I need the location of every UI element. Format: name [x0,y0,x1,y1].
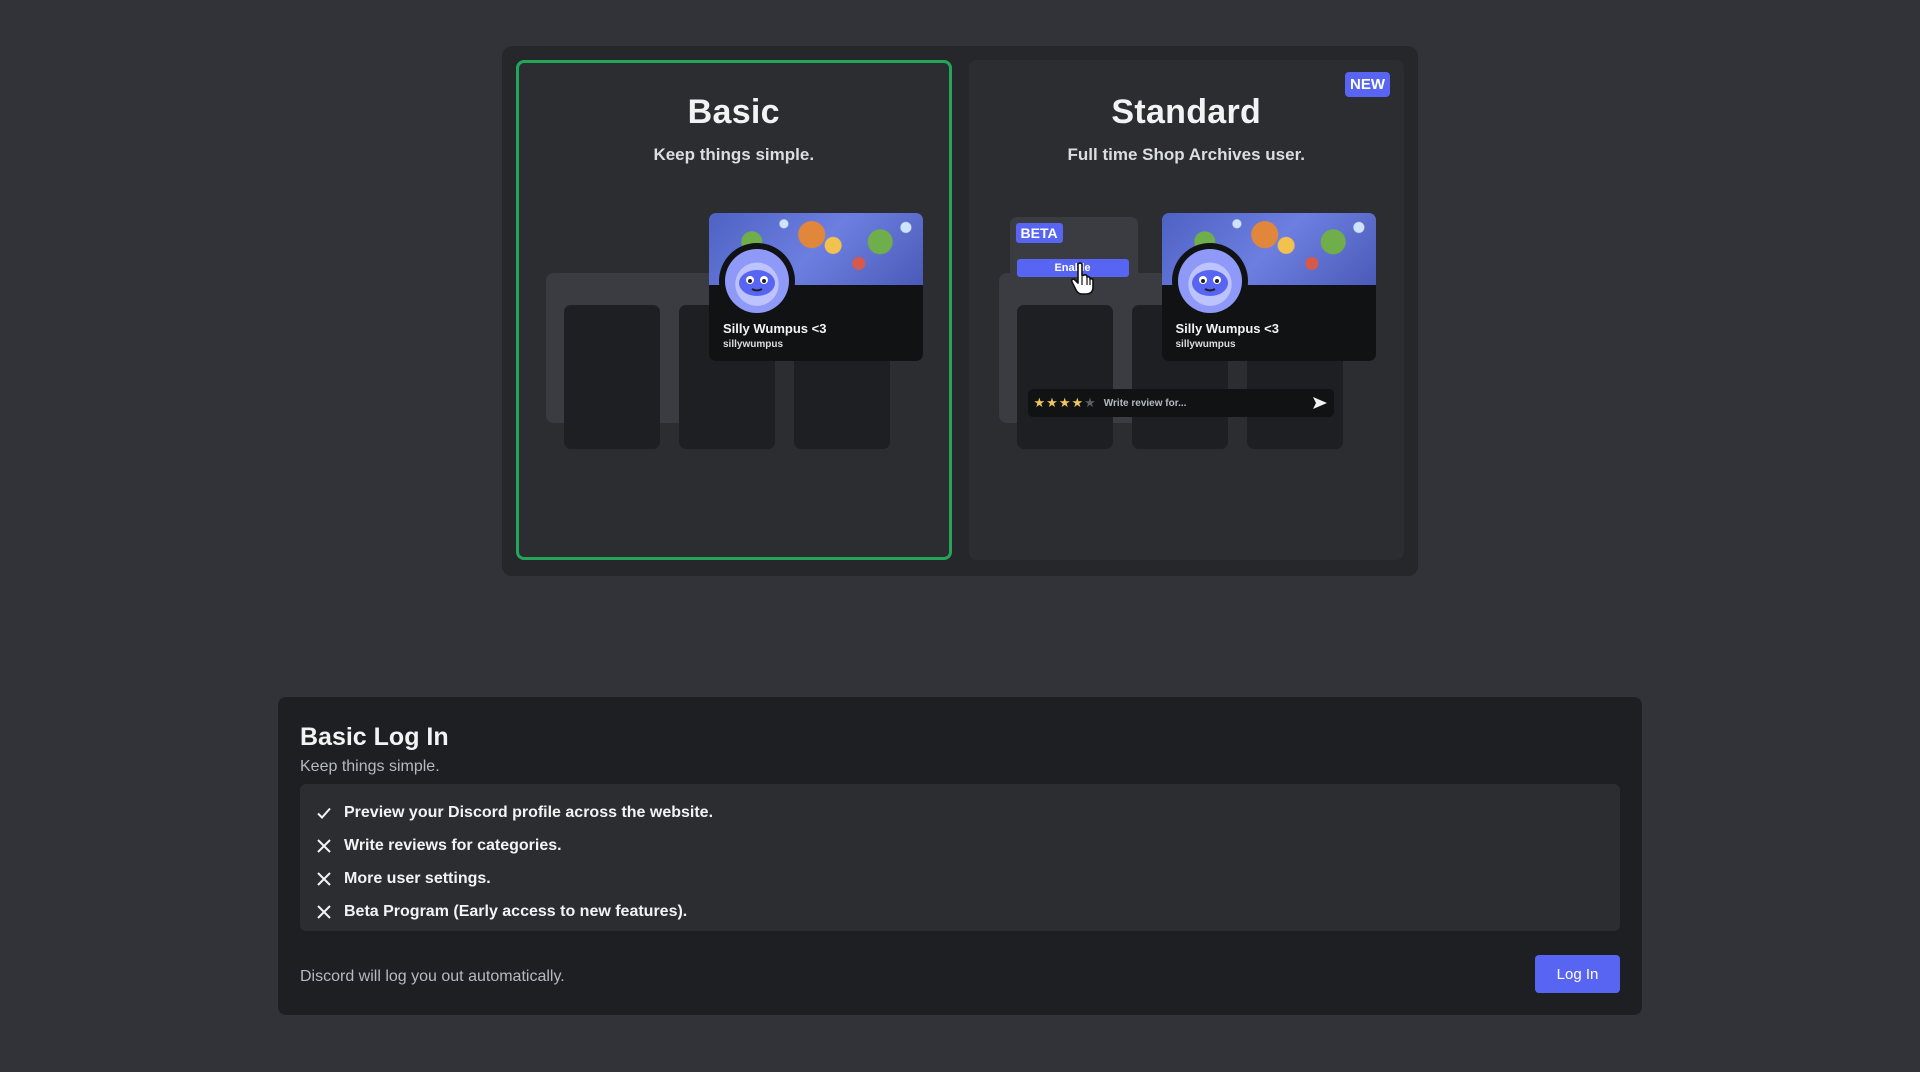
profile-preview: Silly Wumpus <3 sillywumpus [709,213,923,361]
x-icon [317,904,331,919]
review-placeholder: Write review for... [1103,397,1187,409]
send-icon [1312,396,1328,410]
profile-username: sillywumpus [1175,339,1236,350]
profile-display-name: Silly Wumpus <3 [723,321,827,336]
wumpus-icon [739,270,775,296]
star-icon: ★ [1033,395,1046,410]
feature-text: Preview your Discord profile across the … [344,803,714,821]
plan-title: Standard [1111,93,1262,131]
plan-selector: Basic Keep things simple. Silly Wumpus <… [502,46,1418,576]
feature-item: Preview your Discord profile across the … [316,796,1604,829]
profile-username: sillywumpus [723,339,784,350]
star-icon: ★ [1058,395,1071,410]
plan-card-basic[interactable]: Basic Keep things simple. Silly Wumpus <… [516,60,952,560]
illustration-tile [564,305,660,449]
x-icon [317,838,331,853]
feature-text: More user settings. [344,869,491,887]
hand-cursor-icon [1070,262,1094,295]
plan-subtitle: Keep things simple. [653,145,815,164]
logout-note: Discord will log you out automatically. [300,968,565,985]
star-icon: ★ [1084,395,1096,410]
login-footer: Discord will log you out automatically. … [300,955,1620,993]
feature-text: Beta Program (Early access to new featur… [344,902,688,920]
feature-item: Beta Program (Early access to new featur… [316,895,1604,928]
profile-preview: Silly Wumpus <3 sillywumpus [1161,213,1376,361]
new-badge: NEW [1345,72,1390,97]
login-title: Basic Log In [300,723,449,751]
star-rating: ★ ★ ★ ★ ★ [1034,395,1096,411]
illustration-tile [1016,305,1113,449]
star-icon: ★ [1071,395,1084,410]
login-subtitle: Keep things simple. [300,758,440,775]
beta-tag: BETA [1015,223,1063,243]
plan-title: Basic [687,93,780,131]
log-in-button[interactable]: Log In [1535,955,1620,993]
plan-card-standard[interactable]: NEW Standard Full time Shop Archives use… [968,60,1404,560]
x-icon [317,871,331,886]
check-icon [317,807,331,819]
plan-subtitle: Full time Shop Archives user. [1067,145,1305,164]
feature-text: Write reviews for categories. [344,836,562,854]
feature-list: Preview your Discord profile across the … [300,784,1620,931]
avatar [1171,243,1248,319]
avatar [719,243,795,319]
star-icon: ★ [1046,395,1058,410]
feature-item: Write reviews for categories. [316,829,1604,862]
profile-display-name: Silly Wumpus <3 [1175,321,1279,336]
plan-illustration: Silly Wumpus <3 sillywumpus [519,213,949,463]
review-bar-preview: ★ ★ ★ ★ ★ Write review for... [1027,389,1334,417]
plan-illustration: BETA Enable Silly Wumpus <3 sillywumpus … [972,213,1402,463]
login-card: Basic Log In Keep things simple. Preview… [278,697,1642,1015]
feature-item: More user settings. [316,862,1604,895]
wumpus-icon [1191,270,1228,296]
